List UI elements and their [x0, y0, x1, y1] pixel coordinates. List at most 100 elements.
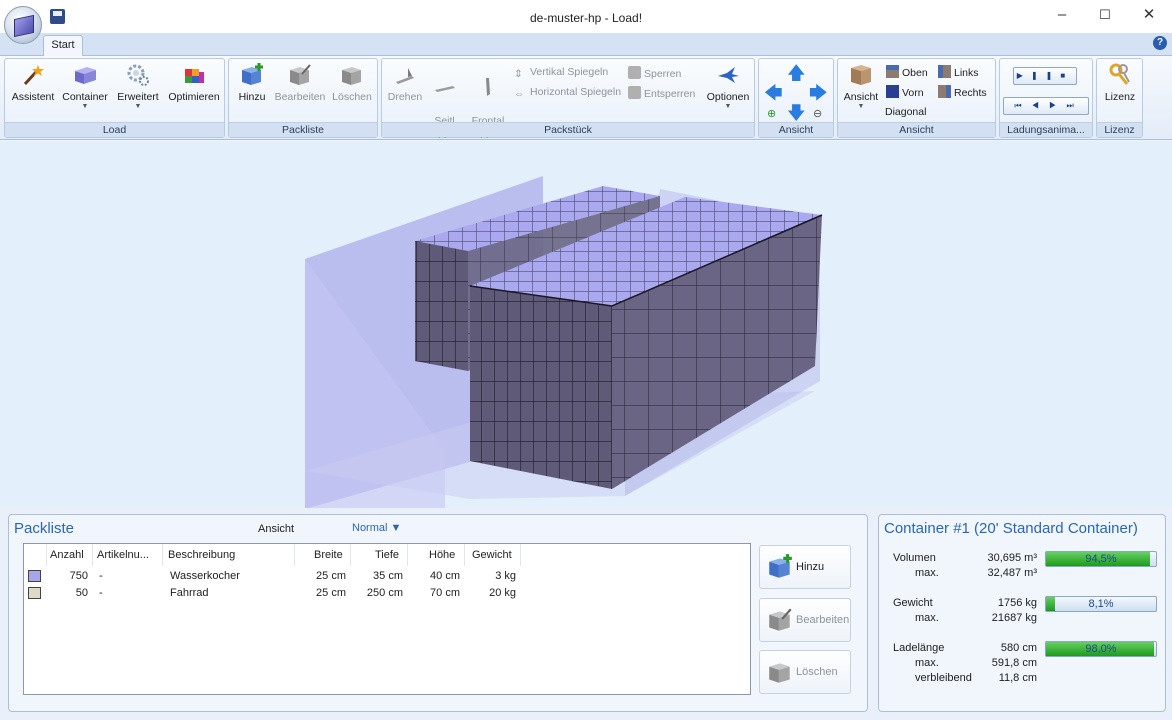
col-header[interactable]: Tiefe	[375, 549, 399, 561]
view-diagonal-button[interactable]: Diagonal	[885, 106, 926, 118]
app-menu-button[interactable]	[4, 6, 42, 44]
ribbon-tab-row: Start ?	[0, 33, 1172, 57]
hinzu-button[interactable]: Hinzu	[232, 62, 272, 103]
delete-box-icon	[342, 67, 361, 85]
view-right-icon	[938, 85, 951, 98]
tab-start[interactable]: Start	[43, 35, 83, 57]
step-controls[interactable]: ⏮ ◀ ▶ ⏭	[1003, 97, 1089, 115]
cell-artikelnr: -	[99, 587, 103, 599]
group-ansicht-navigation: 🡅 🡄 🡆 🡇 ⊕ ⊖ Ansicht	[758, 58, 834, 138]
group-lizenz: Lizenz Lizenz	[1096, 58, 1143, 138]
playback-controls[interactable]: ▶❚❚■	[1013, 67, 1077, 85]
view-box-icon	[851, 65, 871, 85]
edit-item-button[interactable]: Bearbeiten	[759, 598, 851, 642]
add-box-icon	[242, 63, 263, 85]
color-swatch	[28, 570, 41, 582]
group-packliste: Hinzu Bearbeiten Löschen Packliste	[228, 58, 378, 138]
ladelaenge-percent: 98,0%	[1085, 643, 1117, 655]
cell-beschreibung: Fahrrad	[170, 587, 209, 599]
optionen-button[interactable]: Optionen ▼	[704, 62, 752, 111]
zoom-in-icon[interactable]: ⊕	[767, 107, 776, 120]
entsperren-button[interactable]: Entsperren	[628, 86, 695, 100]
cube-icon	[14, 14, 34, 38]
col-header[interactable]: Beschreibung	[168, 549, 235, 561]
3d-viewport[interactable]	[0, 141, 1172, 508]
table-row[interactable]: 750 - Wasserkocher 25 cm 35 cm 40 cm 3 k…	[24, 568, 750, 585]
ansicht-button[interactable]: Ansicht ▼	[840, 62, 882, 111]
minimize-button[interactable]: –	[1039, 0, 1085, 32]
lock-icon	[628, 66, 641, 79]
optimize-blocks-icon	[185, 69, 204, 83]
bottom-area: Packliste Ansicht Normal ▼ Anzahl Artike…	[0, 508, 1172, 720]
gewicht-max-label: max.	[915, 612, 939, 624]
view-oben-button[interactable]: Oben	[886, 65, 928, 79]
cell-artikelnr: -	[99, 570, 103, 582]
verbleibend-label: verbleibend	[915, 672, 972, 684]
erweitert-button[interactable]: Erweitert ▼	[111, 62, 165, 111]
col-header[interactable]: Breite	[314, 549, 343, 561]
packliste-title: Packliste	[14, 520, 75, 537]
container-button[interactable]: Container ▼	[60, 62, 110, 111]
unlock-icon	[628, 86, 641, 99]
col-header[interactable]: Höhe	[429, 549, 455, 561]
view-top-icon	[886, 65, 899, 78]
keys-icon	[1109, 63, 1130, 85]
group-label-ansicht: Ansicht	[838, 122, 995, 137]
chevron-down-icon: ▼	[390, 522, 402, 534]
edit-box-icon	[290, 64, 311, 85]
group-packstueck: Drehen Seitl. kippen Frontal kippen ⇕Ver…	[381, 58, 755, 139]
vertikal-spiegeln-button[interactable]: ⇕ Vertikal Spiegeln	[514, 66, 608, 81]
ansicht-dropdown[interactable]: Normal ▼	[352, 522, 401, 534]
maximize-button[interactable]: ☐	[1082, 0, 1128, 32]
group-load: Assistent Container ▼ Erweitert ▼ Optimier…	[4, 58, 225, 138]
assistent-button[interactable]: Assistent	[8, 62, 58, 103]
cell-hoehe: 40 cm	[430, 570, 460, 582]
add-box-icon	[769, 554, 792, 578]
col-header[interactable]: Anzahl	[50, 549, 84, 561]
ribbon: Assistent Container ▼ Erweitert ▼ Optimier…	[0, 56, 1172, 140]
rotate-icon	[396, 68, 414, 84]
horizontal-spiegeln-button[interactable]: ⇔ Horizontal Spiegeln	[514, 86, 621, 101]
title-bar: de-muster-hp - Load! – ☐ ✕	[0, 0, 1172, 44]
optimieren-button[interactable]: Optimieren	[166, 62, 222, 103]
magic-wand-icon	[23, 65, 44, 86]
drehen-button[interactable]: Drehen	[385, 62, 425, 103]
close-button[interactable]: ✕	[1126, 0, 1172, 32]
volumen-value: 30,695 m³	[987, 552, 1037, 564]
table-row[interactable]: 50 - Fahrrad 25 cm 250 cm 70 cm 20 kg	[24, 585, 750, 602]
mirror-horizontal-icon: ⇔	[514, 88, 525, 100]
gewicht-label: Gewicht	[893, 597, 933, 609]
group-label-lizenz: Lizenz	[1097, 122, 1142, 137]
col-header[interactable]: Gewicht	[472, 549, 512, 561]
container-stats-panel: Container #1 (20' Standard Container) Vo…	[878, 514, 1166, 712]
view-links-button[interactable]: Links	[938, 65, 979, 79]
bearbeiten-button[interactable]: Bearbeiten	[273, 62, 327, 103]
help-icon[interactable]: ?	[1153, 36, 1167, 50]
group-label-packstueck: Packstück	[382, 122, 754, 137]
view-vorn-button[interactable]: Vorn	[886, 85, 924, 99]
container-icon	[75, 67, 96, 84]
view-front-icon	[886, 85, 899, 98]
sperren-button[interactable]: Sperren	[628, 66, 681, 80]
verbleibend-value: 11,8 cm	[998, 672, 1037, 684]
gewicht-value: 1756 kg	[997, 597, 1037, 609]
group-ladungsanimation: ▶❚❚■ ⏮ ◀ ▶ ⏭ Ladungsanima...	[999, 58, 1093, 138]
cell-hoehe: 70 cm	[430, 587, 460, 599]
container-title: Container #1 (20' Standard Container)	[884, 520, 1138, 537]
volumen-label: Volumen	[893, 552, 936, 564]
loeschen-button[interactable]: Löschen	[329, 62, 375, 103]
view-rechts-button[interactable]: Rechts	[938, 85, 987, 99]
cell-anzahl: 750	[69, 570, 88, 582]
window-title: de-muster-hp - Load!	[529, 11, 643, 25]
zoom-out-icon[interactable]: ⊖	[813, 107, 822, 120]
lizenz-button[interactable]: Lizenz	[1099, 62, 1141, 103]
delete-item-button[interactable]: Löschen	[759, 650, 851, 694]
volumen-progress-bar: 94,5%	[1045, 551, 1157, 567]
packliste-table[interactable]: Anzahl Artikelnu... Beschreibung Breite …	[23, 543, 751, 695]
col-header[interactable]: Artikelnu...	[97, 549, 149, 561]
options-plane-icon	[718, 67, 739, 83]
ladelaenge-label: Ladelänge	[893, 642, 945, 654]
group-label-packliste: Packliste	[229, 122, 377, 137]
pan-up-icon[interactable]: 🡅	[787, 61, 806, 91]
add-item-button[interactable]: Hinzu	[759, 545, 851, 589]
